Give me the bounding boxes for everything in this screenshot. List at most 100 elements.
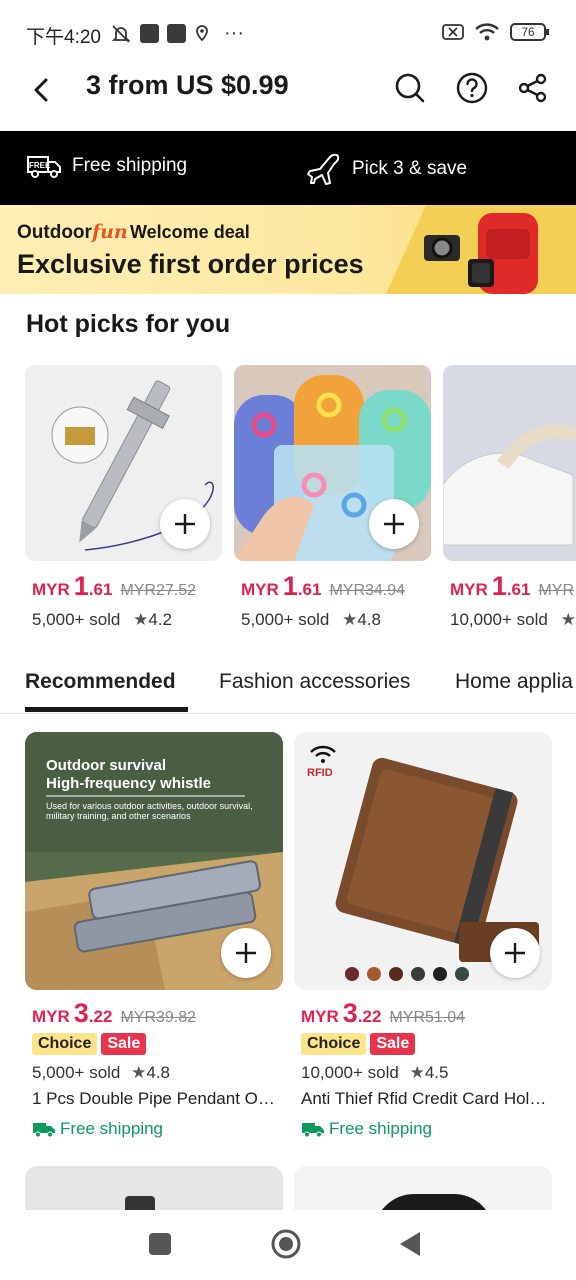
hot-pick-card[interactable]: MYR 1 .61 MYR 10,000+ sold ★ — [443, 365, 576, 630]
image-caption-2: High-frequency whistle — [46, 775, 211, 792]
status-system-icons: 76 — [442, 22, 549, 42]
category-tabs: Recommended Fashion accessories Home app… — [0, 666, 576, 714]
airplane-icon — [307, 153, 340, 185]
sold-count: 5,000+ sold — [241, 610, 330, 629]
price-currency: MYR — [32, 1007, 70, 1026]
star-icon: ★ — [133, 610, 149, 629]
hot-pick-price: MYR 1 .61 MYR34.94 — [234, 571, 431, 602]
original-price: MYR27.52 — [120, 582, 197, 599]
tab-home-appliances[interactable]: Home applia — [455, 670, 573, 694]
truck-icon — [302, 1123, 324, 1138]
hot-pick-price: MYR 1 .61 MYR — [443, 571, 576, 602]
hot-pick-image — [234, 365, 431, 561]
rating: 4.5 — [424, 1063, 449, 1082]
free-shipping-label: Free shipping — [72, 155, 188, 176]
product-card[interactable]: Outdoor survival High-frequency whistle … — [25, 732, 283, 1139]
help-icon[interactable] — [456, 72, 488, 104]
original-price: MYR — [538, 582, 575, 599]
home-button[interactable] — [270, 1228, 302, 1260]
product-badges: Choice Sale — [25, 1033, 283, 1055]
sneaker-insert-image — [443, 365, 576, 561]
free-shipping-tag: Free shipping — [294, 1119, 552, 1139]
image-caption-1: Outdoor survival — [46, 757, 166, 774]
hot-pick-image — [443, 365, 576, 561]
hot-pick-meta: 10,000+ sold ★ — [443, 610, 576, 630]
hot-pick-image — [25, 365, 222, 561]
sold-count: 10,000+ sold — [450, 610, 548, 629]
share-icon[interactable] — [517, 72, 549, 104]
back-button[interactable] — [398, 1231, 422, 1257]
product-title[interactable]: 1 Pcs Double Pipe Pendant Outdoor Whistl… — [25, 1089, 283, 1109]
price-decimal: .61 — [506, 580, 531, 599]
hot-pick-card[interactable]: MYR 1 .61 MYR27.52 5,000+ sold ★4.2 — [25, 365, 222, 630]
add-to-cart-button[interactable] — [490, 928, 540, 978]
back-arrow-icon[interactable] — [28, 76, 56, 104]
free-truck-icon: FREE — [27, 156, 61, 178]
product-image: RFID — [294, 732, 552, 990]
original-price: MYR51.04 — [389, 1009, 466, 1026]
free-shipping-label: Free shipping — [60, 1119, 164, 1138]
choice-badge: Choice — [301, 1033, 367, 1055]
product-meta: 10,000+ sold ★4.5 — [294, 1063, 552, 1083]
add-to-cart-button[interactable] — [160, 499, 210, 549]
price-currency: MYR — [241, 580, 279, 599]
plus-icon — [175, 514, 195, 534]
product-title[interactable]: Anti Thief Rfid Credit Card Holder — [294, 1089, 552, 1109]
price-integer: 3 — [342, 998, 358, 1028]
add-to-cart-button[interactable] — [221, 928, 271, 978]
star-icon: ★ — [560, 610, 576, 629]
status-time: 下午4:20 — [26, 27, 101, 48]
welcome-deal-label: Welcome deal — [130, 222, 250, 242]
tab-fashion-accessories[interactable]: Fashion accessories — [219, 670, 410, 694]
hot-pick-meta: 5,000+ sold ★4.2 — [25, 610, 222, 630]
free-shipping-benefit: FREE Free shipping — [26, 153, 187, 179]
plus-icon — [505, 943, 525, 963]
price-integer: 1 — [491, 571, 507, 601]
active-tab-indicator — [25, 707, 188, 712]
sold-count: 5,000+ sold — [32, 610, 121, 629]
product-meta: 5,000+ sold ★4.8 — [25, 1063, 283, 1083]
banner-headline: Exclusive first order prices — [17, 249, 364, 279]
choice-badge: Choice — [32, 1033, 98, 1055]
battery-level: 76 — [521, 25, 535, 39]
page-title: 3 from US $0.99 — [86, 70, 289, 100]
product-card[interactable]: RFID MYR 3 .22 MYR51.04 Choice Sale 10,0… — [294, 732, 552, 1139]
brand-logo: Outdoorfun — [17, 221, 128, 244]
star-icon: ★ — [342, 610, 358, 629]
price-integer: 3 — [73, 998, 89, 1028]
product-price: MYR 3 .22 MYR39.82 — [25, 998, 283, 1029]
banner-products-image — [386, 205, 576, 294]
search-icon[interactable] — [394, 72, 426, 104]
sale-badge: Sale — [101, 1033, 147, 1055]
sold-count: 5,000+ sold — [32, 1063, 121, 1082]
price-decimal: .22 — [88, 1007, 113, 1026]
hot-pick-card[interactable]: MYR 1 .61 MYR34.94 5,000+ sold ★4.8 — [234, 365, 431, 630]
battery-icon: 76 — [510, 23, 549, 41]
more-notifications-icon: ··· — [224, 22, 244, 44]
price-decimal: .61 — [88, 580, 113, 599]
price-decimal: .61 — [297, 580, 322, 599]
recents-button[interactable] — [149, 1233, 171, 1255]
plus-icon — [236, 943, 256, 963]
brand-logo-part-2: fun — [91, 221, 128, 243]
original-price: MYR34.94 — [329, 582, 406, 599]
system-navigation-bar — [0, 1210, 576, 1280]
hot-picks-title: Hot picks for you — [26, 310, 231, 338]
wireless-icon — [310, 745, 336, 763]
hot-pick-price: MYR 1 .61 MYR27.52 — [25, 571, 222, 602]
star-icon: ★ — [131, 1063, 147, 1082]
welcome-deal-banner[interactable]: Outdoorfun Welcome deal Exclusive first … — [0, 205, 576, 294]
rating: 4.2 — [148, 610, 173, 629]
truck-icon — [33, 1123, 55, 1138]
rating: 4.8 — [146, 1063, 171, 1082]
price-integer: 1 — [73, 571, 89, 601]
location-icon — [196, 24, 208, 41]
free-shipping-label: Free shipping — [329, 1119, 433, 1138]
mute-bell-icon — [111, 24, 131, 43]
add-to-cart-button[interactable] — [369, 499, 419, 549]
tab-recommended[interactable]: Recommended — [25, 670, 176, 694]
sim-off-icon — [442, 24, 464, 40]
free-shipping-tag: Free shipping — [25, 1119, 283, 1139]
wifi-icon — [475, 23, 499, 41]
original-price: MYR39.82 — [120, 1009, 197, 1026]
